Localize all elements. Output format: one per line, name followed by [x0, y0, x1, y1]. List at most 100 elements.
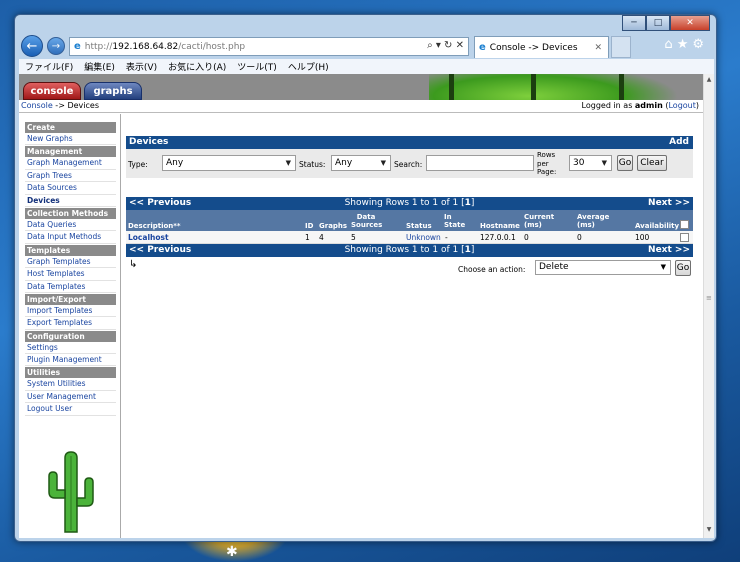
col-graphs[interactable]: Graphs: [319, 222, 347, 230]
rows-per-page-select[interactable]: 30: [569, 155, 612, 171]
sidebar-item-data-sources[interactable]: Data Sources: [25, 182, 116, 195]
sidebar-item-host-templates[interactable]: Host Templates: [25, 268, 116, 281]
col-status[interactable]: Status: [406, 222, 432, 230]
go-button[interactable]: Go: [617, 155, 633, 171]
address-bar[interactable]: e http://192.168.64.82/cacti/host.php ⌕ …: [69, 37, 469, 56]
action-select[interactable]: Delete: [535, 260, 671, 275]
browser-tab[interactable]: e Console -> Devices ✕: [474, 36, 609, 58]
logout-link[interactable]: Logout: [668, 101, 695, 110]
next-link[interactable]: Next >>: [648, 244, 690, 257]
menu-tools[interactable]: ツール(T): [237, 60, 277, 73]
select-all-checkbox[interactable]: [680, 220, 689, 229]
action-row: ↳ Choose an action: Delete Go: [126, 259, 693, 279]
sidebar-item-devices[interactable]: Devices: [25, 195, 116, 207]
sidebar-item-logout-user[interactable]: Logout User: [25, 403, 116, 416]
breadcrumb-separator: ->: [52, 101, 68, 110]
minimize-button[interactable]: ─: [622, 15, 646, 31]
sidebar-section-header: Configuration: [25, 330, 116, 342]
col-average-1: Average: [577, 213, 610, 221]
sidebar-item-data-templates[interactable]: Data Templates: [25, 281, 116, 293]
col-current[interactable]: Current (ms): [524, 213, 554, 229]
previous-link[interactable]: << Previous: [129, 197, 191, 210]
row-current: 0: [524, 233, 529, 242]
select-arrow-icon: ↳: [129, 259, 138, 270]
vertical-scrollbar[interactable]: ▲ ≡ ▼: [703, 74, 714, 538]
close-button[interactable]: ✕: [670, 15, 710, 31]
col-availability[interactable]: Availability: [635, 222, 679, 230]
scroll-down-icon[interactable]: ▼: [704, 526, 714, 536]
sidebar-item-export-templates[interactable]: Export Templates: [25, 317, 116, 330]
col-description[interactable]: Description**: [128, 222, 181, 230]
sidebar-section-header: Templates: [25, 244, 116, 256]
banner-stripe: [449, 74, 454, 100]
sidebar-item-user-management[interactable]: User Management: [25, 391, 116, 404]
status-select[interactable]: Any: [331, 155, 391, 171]
browser-window: ─ □ ✕ ← → e http://192.168.64.82/cacti/h…: [14, 14, 717, 542]
breadcrumb: Console -> Devices Logged in as admin (L…: [19, 100, 703, 113]
action-go-button[interactable]: Go: [675, 260, 691, 276]
row-availability: 100: [635, 233, 650, 242]
col-hostname[interactable]: Hostname: [480, 222, 520, 230]
pagination-top: Showing Rows 1 to 1 of 1 [1] << Previous…: [126, 197, 693, 210]
search-input[interactable]: [426, 155, 534, 171]
menu-view[interactable]: 表示(V): [126, 60, 157, 73]
caption-buttons: ─ □ ✕: [622, 15, 710, 31]
breadcrumb-console-link[interactable]: Console: [21, 101, 53, 110]
sidebar-item-graph-trees[interactable]: Graph Trees: [25, 170, 116, 183]
sidebar-item-import-templates[interactable]: Import Templates: [25, 305, 116, 318]
main-panel: Devices Add Type: Any Status: Any Search…: [126, 136, 693, 279]
previous-link[interactable]: << Previous: [129, 244, 191, 257]
url-prefix: http://: [84, 41, 113, 52]
col-data-sources[interactable]: Data Sources: [351, 213, 382, 229]
menu-edit[interactable]: 編集(E): [84, 60, 115, 73]
address-tools[interactable]: ⌕ ▾ ↻ ✕: [427, 40, 464, 51]
choose-action-label: Choose an action:: [458, 265, 526, 274]
scroll-up-icon[interactable]: ▲: [704, 76, 714, 86]
col-in-state-2: State: [444, 221, 466, 229]
sidebar-item-data-queries[interactable]: Data Queries: [25, 219, 116, 232]
home-icon[interactable]: ⌂: [664, 37, 676, 52]
forward-button[interactable]: →: [47, 37, 65, 55]
col-in-state[interactable]: In State: [444, 213, 465, 229]
browser-toolbar-icons[interactable]: ⌂★⚙: [664, 37, 708, 52]
showing-rows-text: Showing Rows 1 to 1 of 1 [1]: [126, 244, 693, 257]
new-tab-button[interactable]: [611, 36, 631, 58]
browser-menubar: ファイル(F) 編集(E) 表示(V) お気に入り(A) ツール(T) ヘルプ(…: [19, 59, 714, 74]
type-select[interactable]: Any: [162, 155, 296, 171]
tab-close-icon[interactable]: ✕: [594, 43, 602, 53]
graphs-tab[interactable]: graphs: [84, 82, 142, 100]
col-id[interactable]: ID: [305, 222, 313, 230]
tools-gear-icon[interactable]: ⚙: [692, 37, 708, 52]
url-path: /cacti/host.php: [178, 41, 246, 52]
sidebar-item-graph-management[interactable]: Graph Management: [25, 157, 116, 170]
menu-favorites[interactable]: お気に入り(A): [168, 60, 226, 73]
clear-button[interactable]: Clear: [637, 155, 667, 171]
col-data-sources-1: Data: [356, 213, 376, 221]
col-average[interactable]: Average (ms): [577, 213, 609, 229]
row-hostname: 127.0.0.1: [480, 233, 516, 242]
favorites-star-icon[interactable]: ★: [677, 37, 693, 52]
ie-page-icon: e: [74, 41, 81, 52]
console-tab[interactable]: console: [23, 82, 81, 100]
sidebar-item-graph-templates[interactable]: Graph Templates: [25, 256, 116, 269]
back-button[interactable]: ←: [21, 35, 43, 57]
next-link[interactable]: Next >>: [648, 197, 690, 210]
col-current-1: Current: [524, 213, 555, 221]
sidebar-item-settings[interactable]: Settings: [25, 342, 116, 355]
menu-help[interactable]: ヘルプ(H): [288, 60, 329, 73]
sidebar-item-data-input-methods[interactable]: Data Input Methods: [25, 231, 116, 244]
sidebar-item-new-graphs[interactable]: New Graphs: [25, 133, 116, 146]
row-description-link[interactable]: Localhost: [128, 233, 169, 242]
add-device-link[interactable]: Add: [669, 136, 689, 149]
menu-file[interactable]: ファイル(F): [25, 60, 73, 73]
row-status: Unknown: [406, 233, 441, 242]
sidebar-section-header: Collection Methods: [25, 207, 116, 219]
sidebar-item-system-utilities[interactable]: System Utilities: [25, 378, 116, 391]
row-checkbox[interactable]: [680, 233, 689, 242]
sidebar-item-plugin-management[interactable]: Plugin Management: [25, 354, 116, 367]
devices-header: Devices Add: [126, 136, 693, 149]
scroll-grip-icon[interactable]: ≡: [706, 294, 712, 302]
maximize-button[interactable]: □: [646, 15, 670, 31]
search-label: Search:: [394, 160, 423, 169]
